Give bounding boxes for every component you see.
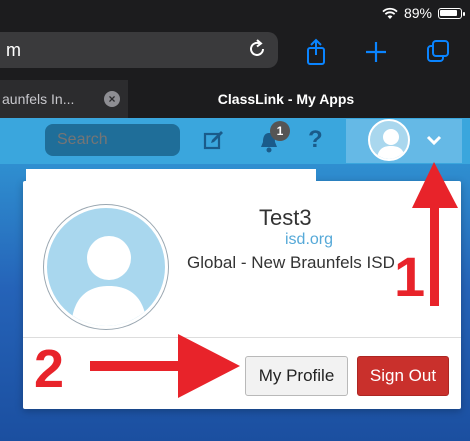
tab-label: ClassLink - My Apps [217, 91, 355, 107]
tab-inactive[interactable]: aunfels In... × [0, 80, 128, 118]
battery-icon [438, 7, 465, 19]
user-domain: isd.org [285, 231, 334, 248]
avatar-icon[interactable] [368, 119, 410, 161]
profile-avatar [44, 205, 168, 329]
tabs-overview-icon[interactable] [424, 38, 452, 66]
popup-tab [26, 169, 316, 183]
search-input[interactable] [45, 124, 180, 156]
address-text: m [6, 40, 21, 60]
classlink-header: 1 ? [0, 118, 470, 164]
browser-toolbar: m [0, 26, 470, 80]
annotation-step-2: 2 [34, 339, 65, 399]
wifi-icon [382, 7, 398, 19]
tab-active[interactable]: ClassLink - My Apps [128, 80, 470, 118]
close-tab-icon[interactable]: × [104, 91, 120, 107]
address-bar[interactable]: m [0, 32, 278, 68]
my-profile-button[interactable]: My Profile [245, 356, 348, 396]
user-silhouette-icon [71, 236, 147, 326]
status-bar: 89% [0, 0, 470, 26]
annotation-step-1: 1 [394, 245, 426, 308]
sign-out-button[interactable]: Sign Out [357, 356, 449, 396]
user-name: Test3 [259, 205, 312, 230]
status-indicators: 89% [382, 5, 465, 21]
battery-fill [440, 9, 457, 16]
tab-label: aunfels In... [2, 91, 75, 107]
battery-percent: 89% [403, 5, 432, 21]
share-icon[interactable] [302, 38, 330, 66]
chevron-down-icon[interactable] [424, 130, 444, 150]
new-tab-icon[interactable] [362, 38, 390, 66]
reload-icon[interactable] [246, 38, 268, 60]
tab-bar: aunfels In... × ClassLink - My Apps [0, 80, 470, 118]
edit-icon[interactable] [203, 129, 225, 151]
notification-badge: 1 [270, 121, 290, 141]
help-icon[interactable]: ? [308, 126, 323, 154]
divider [23, 337, 461, 338]
user-organization: Global - New Braunfels ISD [187, 253, 395, 272]
